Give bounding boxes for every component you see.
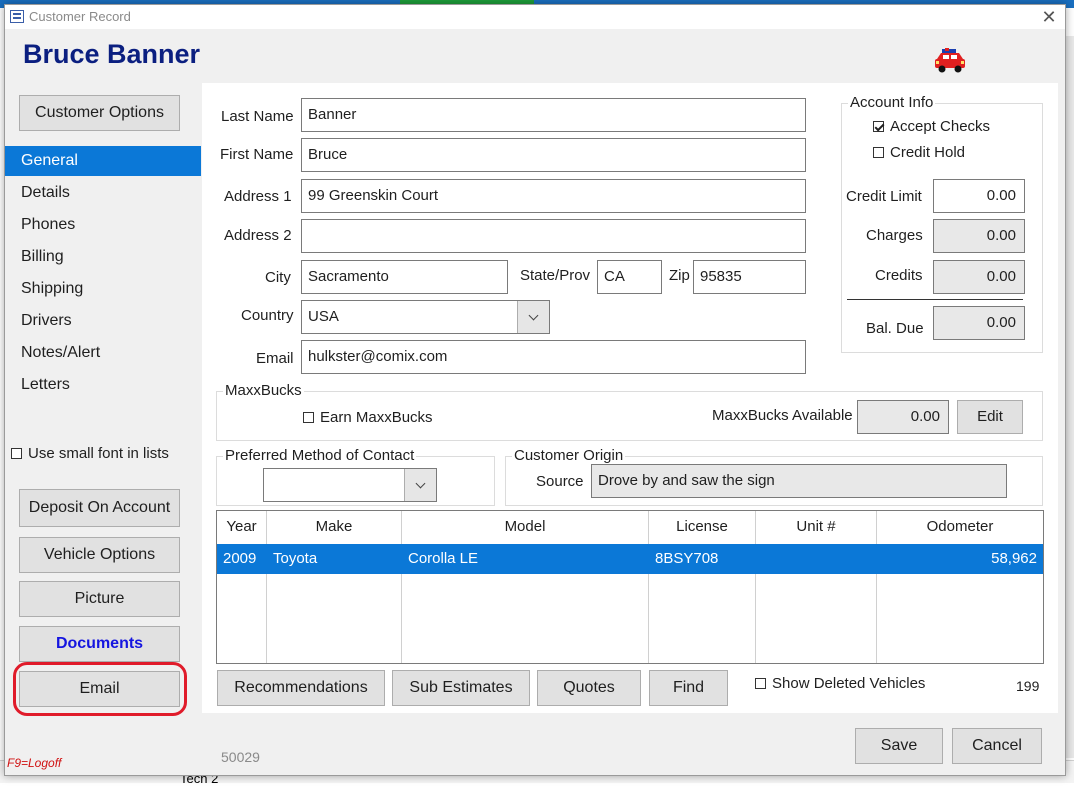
zip-label: Zip xyxy=(669,267,690,284)
customer-name-heading: Bruce Banner xyxy=(23,39,201,69)
credit-limit-field[interactable]: 0.00 xyxy=(933,179,1025,213)
maxxbucks-edit-button[interactable]: Edit xyxy=(957,400,1023,434)
find-button[interactable]: Find xyxy=(649,670,728,706)
maxxbucks-available-field: 0.00 xyxy=(857,400,949,434)
chevron-down-icon[interactable] xyxy=(404,469,436,501)
charges-label: Charges xyxy=(866,227,923,244)
sidebar-item-shipping[interactable]: Shipping xyxy=(5,274,201,304)
record-id: 50029 xyxy=(221,749,260,765)
first-name-field[interactable]: Bruce xyxy=(301,138,806,172)
address1-field[interactable]: 99 Greenskin Court xyxy=(301,179,806,213)
earn-maxxbucks-checkbox[interactable] xyxy=(303,412,314,423)
sub-estimates-button[interactable]: Sub Estimates xyxy=(392,670,530,706)
sidebar-item-letters[interactable]: Letters xyxy=(5,370,201,400)
cell-year: 2009 xyxy=(223,550,257,567)
credit-hold-label: Credit Hold xyxy=(890,144,966,161)
balance-divider xyxy=(847,299,1023,300)
vehicle-count: 199 xyxy=(1016,678,1040,694)
customer-options-button[interactable]: Customer Options xyxy=(19,95,180,131)
sidebar-item-details[interactable]: Details xyxy=(5,178,201,208)
quotes-button[interactable]: Quotes xyxy=(537,670,641,706)
window-title: Customer Record xyxy=(29,9,131,24)
last-name-label: Last Name xyxy=(221,108,294,125)
cell-license: 8BSY708 xyxy=(655,550,719,567)
source-label: Source xyxy=(536,473,584,490)
sidebar-item-billing[interactable]: Billing xyxy=(5,242,201,272)
country-value: USA xyxy=(308,308,339,325)
column-header-make[interactable]: Make xyxy=(267,511,402,543)
accept-checks-checkbox[interactable] xyxy=(873,121,884,132)
column-header-unit[interactable]: Unit # xyxy=(756,511,877,543)
documents-button[interactable]: Documents xyxy=(19,626,180,662)
logoff-hint: F9=Logoff xyxy=(7,756,62,770)
chevron-down-icon[interactable] xyxy=(517,301,549,333)
sidebar-item-drivers[interactable]: Drivers xyxy=(5,306,201,336)
small-font-checkbox[interactable] xyxy=(11,448,22,459)
sidebar-item-notes-alert[interactable]: Notes/Alert xyxy=(5,338,201,368)
charges-field: 0.00 xyxy=(933,219,1025,253)
sidebar-item-general[interactable]: General xyxy=(5,146,201,176)
credit-limit-label: Credit Limit xyxy=(846,188,922,205)
close-icon[interactable]: ✕ xyxy=(1037,6,1061,28)
show-deleted-vehicles-label: Show Deleted Vehicles xyxy=(772,675,926,692)
maxxbucks-title: MaxxBucks xyxy=(223,382,304,399)
column-header-license[interactable]: License xyxy=(649,511,756,543)
picture-button[interactable]: Picture xyxy=(19,581,180,617)
zip-field[interactable]: 95835 xyxy=(693,260,806,294)
credits-label: Credits xyxy=(875,267,923,284)
vehicle-options-button[interactable]: Vehicle Options xyxy=(19,537,180,573)
account-info-title: Account Info xyxy=(848,94,936,111)
earn-maxxbucks-label: Earn MaxxBucks xyxy=(320,409,433,426)
cell-odometer: 58,962 xyxy=(991,550,1037,567)
column-header-year[interactable]: Year xyxy=(217,511,267,543)
city-label: City xyxy=(265,269,291,286)
bal-due-field: 0.00 xyxy=(933,306,1025,340)
recommendations-button[interactable]: Recommendations xyxy=(217,670,385,706)
column-header-odometer[interactable]: Odometer xyxy=(877,511,1043,543)
cancel-button[interactable]: Cancel xyxy=(952,728,1042,764)
window-icon xyxy=(10,10,24,23)
state-label: State/Prov xyxy=(520,267,591,284)
email-button[interactable]: Email xyxy=(19,671,180,707)
address2-field[interactable] xyxy=(301,219,806,253)
vehicles-table: Year Make Model License Unit # Odometer … xyxy=(216,510,1044,664)
column-header-model[interactable]: Model xyxy=(402,511,649,543)
maxxbucks-available-label: MaxxBucks Available xyxy=(712,407,853,424)
car-icon xyxy=(935,48,965,73)
first-name-label: First Name xyxy=(220,146,294,163)
last-name-field[interactable]: Banner xyxy=(301,98,806,132)
credits-field: 0.00 xyxy=(933,260,1025,294)
save-button[interactable]: Save xyxy=(855,728,943,764)
country-select[interactable]: USA xyxy=(301,300,550,334)
small-font-label: Use small font in lists xyxy=(28,445,169,462)
state-field[interactable]: CA xyxy=(597,260,662,294)
cell-make: Toyota xyxy=(273,550,318,567)
show-deleted-vehicles-checkbox[interactable] xyxy=(755,678,766,689)
source-field[interactable]: Drove by and saw the sign xyxy=(591,464,1007,498)
table-row[interactable]: 2009 Toyota Corolla LE 8BSY708 58,962 xyxy=(217,544,1043,574)
email-label: Email xyxy=(256,350,294,367)
preferred-contact-title: Preferred Method of Contact xyxy=(223,447,417,464)
bal-due-label: Bal. Due xyxy=(866,320,924,337)
address2-label: Address 2 xyxy=(224,227,292,244)
title-bar: Customer Record ✕ xyxy=(5,5,1065,29)
city-field[interactable]: Sacramento xyxy=(301,260,508,294)
cell-model: Corolla LE xyxy=(408,550,479,567)
preferred-contact-select[interactable] xyxy=(263,468,437,502)
country-label: Country xyxy=(241,307,294,324)
cell-unit xyxy=(756,544,877,574)
address1-label: Address 1 xyxy=(224,188,292,205)
customer-origin-title: Customer Origin xyxy=(512,447,626,464)
customer-record-dialog: Customer Record ✕ Bruce Banner Customer … xyxy=(4,4,1066,776)
sidebar-item-phones[interactable]: Phones xyxy=(5,210,201,240)
accept-checks-label: Accept Checks xyxy=(890,118,991,135)
deposit-on-account-button[interactable]: Deposit On Account xyxy=(19,489,180,527)
email-field[interactable]: hulkster@comix.com xyxy=(301,340,806,374)
credit-hold-checkbox[interactable] xyxy=(873,147,884,158)
